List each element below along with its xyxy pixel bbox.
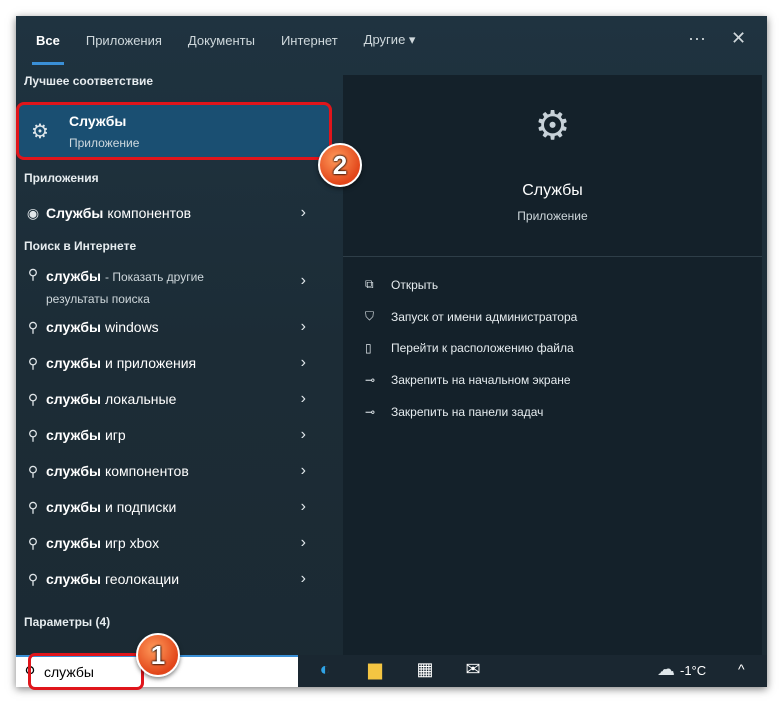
item-line2: результаты поиска — [46, 292, 150, 306]
action-label: Перейти к расположению файла — [391, 341, 574, 355]
list-item[interactable]: ⚲ службы компонентов › — [16, 454, 326, 488]
settings-heading: Параметры (4) — [24, 615, 111, 629]
item-bold: службы — [46, 499, 101, 515]
item-bold: службы — [46, 268, 101, 284]
mail-icon[interactable]: ✉ — [460, 659, 486, 683]
chevron-right-icon[interactable]: › — [301, 354, 306, 372]
chevron-right-icon[interactable]: › — [301, 204, 306, 222]
list-item[interactable]: ⚲ службы и приложения › — [16, 346, 326, 380]
file-explorer-icon[interactable]: ▆ — [362, 659, 388, 683]
item-rest: игр — [104, 427, 126, 443]
chevron-right-icon[interactable]: › — [301, 534, 306, 552]
gear-icon: ⚙ — [31, 121, 49, 143]
preview-title: Службы — [522, 182, 583, 199]
start-search-window: Все Приложения Документы Интернет Другие… — [16, 16, 767, 687]
chevron-right-icon[interactable]: › — [301, 570, 306, 588]
action-open-file-location[interactable]: ▯ Перейти к расположению файла — [365, 341, 574, 355]
weather-temperature[interactable]: -1°C — [680, 663, 706, 678]
list-item[interactable]: ⚲ службы игр › — [16, 418, 326, 452]
shield-icon: ⛉ — [365, 309, 375, 323]
step-badge-2: 2 — [318, 143, 362, 187]
gear-icon: ⚙ — [534, 104, 571, 148]
item-rest: компонентов — [107, 205, 192, 221]
item-rest: windows — [104, 319, 159, 335]
item-bold: службы — [46, 319, 101, 335]
search-icon: ⚲ — [27, 426, 39, 443]
web-heading: Поиск в Интернете — [24, 239, 137, 253]
action-label: Закрепить на панели задач — [391, 405, 544, 419]
tab-documents[interactable]: Документы — [188, 33, 255, 48]
close-button[interactable]: ✕ — [731, 28, 746, 49]
item-rest: - Показать другие — [104, 270, 204, 284]
item-bold: службы — [46, 571, 101, 587]
divider — [343, 256, 762, 257]
component-services-icon: ◉ — [26, 204, 40, 221]
apps-heading: Приложения — [24, 171, 99, 185]
list-item[interactable]: ⚲ службы геолокации › — [16, 562, 326, 596]
weather-icon[interactable]: ☁ — [653, 659, 679, 683]
item-rest: игр xbox — [104, 535, 160, 551]
best-match-subtitle: Приложение — [69, 136, 140, 150]
best-match-item[interactable]: ⚙ Службы Приложение — [16, 102, 332, 160]
item-bold: Службы — [46, 205, 104, 221]
search-icon: ⚲ — [27, 462, 39, 479]
best-match-heading: Лучшее соответствие — [24, 74, 154, 88]
action-pin-taskbar[interactable]: ⊸ Закрепить на панели задач — [365, 405, 543, 419]
chevron-right-icon[interactable]: › — [301, 426, 306, 444]
file-icon: ▯ — [365, 341, 372, 355]
step-badge-1: 1 — [136, 633, 180, 677]
pin-icon: ⊸ — [365, 405, 376, 419]
list-item[interactable]: ⚲ службы локальные › — [16, 382, 326, 416]
tab-internet[interactable]: Интернет — [281, 33, 338, 48]
search-icon: ⚲ — [27, 266, 39, 282]
tab-apps[interactable]: Приложения — [86, 33, 162, 48]
open-icon: ⧉ — [365, 277, 374, 291]
list-item[interactable]: ⚲ службы - Показать другие результаты поиск… — [16, 260, 326, 306]
chevron-right-icon[interactable]: › — [301, 462, 306, 480]
search-icon: ⚲ — [27, 318, 39, 335]
tab-other[interactable]: Другие ▾ — [364, 32, 416, 48]
action-label: Закрепить на начальном экране — [391, 373, 571, 387]
search-icon: ⚲ — [27, 498, 39, 515]
action-label: Запуск от имени администратора — [391, 309, 578, 324]
filter-tabs: Все Приложения Документы Интернет Другие… — [16, 16, 767, 65]
show-hidden-icons-chevron-icon[interactable]: ^ — [738, 661, 745, 677]
list-item[interactable]: ⚲ службы windows › — [16, 310, 326, 344]
item-rest: и подписки — [104, 499, 177, 515]
item-bold: службы — [46, 427, 101, 443]
action-run-as-admin[interactable]: ⛉ Запуск от имени администратора — [365, 309, 577, 324]
edge-icon[interactable]: ◐ — [312, 659, 338, 683]
action-pin-start[interactable]: ⊸ Закрепить на начальном экране — [365, 373, 571, 387]
pin-icon: ⊸ — [365, 373, 376, 387]
search-icon: ⚲ — [27, 354, 39, 371]
results-list: Лучшее соответствие ⚙ Службы Приложение … — [16, 64, 334, 655]
preview-subtitle: Приложение — [517, 209, 588, 223]
search-icon: ⚲ — [27, 570, 39, 587]
item-rest: геолокации — [104, 571, 180, 587]
list-item[interactable]: ⚲ службы и подписки › — [16, 490, 326, 524]
preview-pane: ⚙ Службы Приложение ⧉ Открыть ⛉ Запуск от … — [343, 75, 762, 655]
item-bold: службы — [46, 355, 101, 371]
action-open[interactable]: ⧉ Открыть — [365, 277, 438, 292]
search-icon: ⚲ — [27, 390, 39, 407]
item-bold: службы — [46, 535, 101, 551]
item-rest: компонентов — [104, 463, 189, 479]
list-item[interactable]: ◉ Службы компонентов › — [16, 196, 326, 230]
chevron-right-icon[interactable]: › — [301, 390, 306, 408]
chevron-right-icon[interactable]: › — [301, 272, 306, 290]
item-rest: локальные — [104, 391, 177, 407]
item-bold: службы — [46, 391, 101, 407]
tab-all[interactable]: Все — [32, 33, 64, 65]
best-match-title: Службы — [69, 113, 127, 129]
item-rest: и приложения — [104, 355, 197, 371]
item-bold: службы — [46, 463, 101, 479]
more-options-button[interactable]: ··· — [688, 28, 706, 49]
search-icon: ⚲ — [27, 534, 39, 551]
list-item[interactable]: ⚲ службы игр xbox › — [16, 526, 326, 560]
store-icon[interactable]: ▦ — [412, 659, 438, 683]
chevron-right-icon[interactable]: › — [301, 498, 306, 516]
search-highlight — [28, 653, 144, 690]
chevron-right-icon[interactable]: › — [301, 318, 306, 336]
action-label: Открыть — [391, 277, 439, 292]
